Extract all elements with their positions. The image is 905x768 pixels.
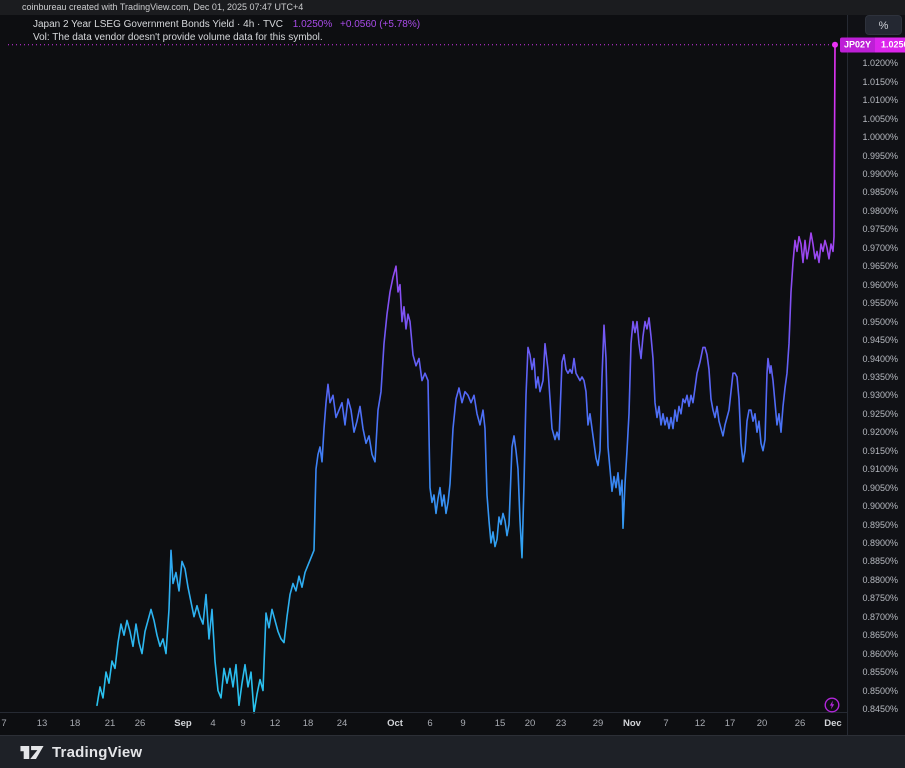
volume-note: Vol: The data vendor doesn't provide vol… bbox=[33, 32, 323, 43]
y-axis-label: 0.9950% bbox=[862, 151, 898, 161]
y-axis-label: 0.9400% bbox=[862, 354, 898, 364]
y-axis-label: 0.9450% bbox=[862, 335, 898, 345]
x-axis-day-label: 21 bbox=[105, 718, 116, 729]
tradingview-screenshot: coinbureau created with TradingView.com,… bbox=[0, 0, 905, 768]
y-axis-label: 0.9750% bbox=[862, 224, 898, 234]
x-axis-day-label: 18 bbox=[70, 718, 81, 729]
last-price-value: 1.0250% bbox=[293, 19, 332, 30]
x-axis-day-label: 18 bbox=[303, 718, 314, 729]
y-axis-label: 0.8950% bbox=[862, 520, 898, 530]
y-axis-label: 0.9650% bbox=[862, 261, 898, 271]
x-axis-day-label: 12 bbox=[695, 718, 706, 729]
x-axis-month-label: Dec bbox=[824, 718, 841, 729]
y-axis-label: 0.8650% bbox=[862, 630, 898, 640]
x-axis-day-label: 7 bbox=[663, 718, 668, 729]
y-axis-label: 0.9350% bbox=[862, 372, 898, 382]
y-axis-label: 0.9100% bbox=[862, 464, 898, 474]
x-axis-day-label: 7 bbox=[1, 718, 6, 729]
current-price-label: JP02Y 1.0250% bbox=[840, 37, 905, 52]
y-axis-label: 1.0100% bbox=[862, 95, 898, 105]
x-axis-day-label: 4 bbox=[210, 718, 215, 729]
x-axis-day-label: 13 bbox=[37, 718, 48, 729]
y-axis-label: 0.8900% bbox=[862, 538, 898, 548]
x-axis-day-label: 26 bbox=[795, 718, 806, 729]
price-change-value: +0.0560 (+5.78%) bbox=[340, 19, 420, 30]
y-axis-label: 0.9050% bbox=[862, 483, 898, 493]
price-axis[interactable]: % JP02Y 1.0250% 1.0200%1.0150%1.0100%1.0… bbox=[847, 15, 905, 735]
y-axis-label: 0.8850% bbox=[862, 556, 898, 566]
y-axis-label: 0.9550% bbox=[862, 298, 898, 308]
y-axis-label: 0.9800% bbox=[862, 206, 898, 216]
x-axis-day-label: 24 bbox=[337, 718, 348, 729]
yield-line-chart[interactable] bbox=[0, 15, 847, 735]
y-axis-label: 0.9500% bbox=[862, 317, 898, 327]
y-axis-label: 0.9200% bbox=[862, 427, 898, 437]
branding-bar: coinbureau created with TradingView.com,… bbox=[0, 0, 905, 15]
yield-series-line bbox=[97, 45, 835, 713]
x-axis-day-label: 20 bbox=[757, 718, 768, 729]
chart-legend: Japan 2 Year LSEG Government Bonds Yield… bbox=[33, 18, 420, 44]
y-axis-label: 1.0000% bbox=[862, 132, 898, 142]
y-axis-label: 0.9300% bbox=[862, 390, 898, 400]
y-axis-label: 0.9900% bbox=[862, 169, 898, 179]
x-axis-day-label: 26 bbox=[135, 718, 146, 729]
y-axis-label: 0.8800% bbox=[862, 575, 898, 585]
y-axis-label: 0.8750% bbox=[862, 593, 898, 603]
symbol-title: Japan 2 Year LSEG Government Bonds Yield… bbox=[33, 19, 283, 30]
y-axis-label: 1.0050% bbox=[862, 114, 898, 124]
y-axis-label: 0.8450% bbox=[862, 704, 898, 714]
legend-symbol-row[interactable]: Japan 2 Year LSEG Government Bonds Yield… bbox=[33, 18, 420, 31]
percent-unit-button[interactable]: % bbox=[865, 15, 902, 35]
y-axis-label: 0.9000% bbox=[862, 501, 898, 511]
price-label-symbol: JP02Y bbox=[840, 37, 875, 52]
x-axis-day-label: 20 bbox=[525, 718, 536, 729]
y-axis-label: 0.9850% bbox=[862, 187, 898, 197]
tradingview-logo-icon[interactable] bbox=[20, 745, 44, 760]
last-price-dot bbox=[832, 42, 838, 48]
x-axis-day-label: 23 bbox=[556, 718, 567, 729]
footer-bar: TradingView bbox=[0, 735, 905, 768]
x-axis-day-label: 17 bbox=[725, 718, 736, 729]
y-axis-label: 0.8550% bbox=[862, 667, 898, 677]
y-axis-label: 0.9250% bbox=[862, 409, 898, 419]
x-axis-day-label: 15 bbox=[495, 718, 506, 729]
y-axis-label: 0.9700% bbox=[862, 243, 898, 253]
y-axis-label: 0.9600% bbox=[862, 280, 898, 290]
x-axis-month-label: Sep bbox=[174, 718, 191, 729]
y-axis-label: 0.8700% bbox=[862, 612, 898, 622]
time-axis[interactable]: 7 13 18 21 26 Sep 4 9 12 18 24 Oct 6 9 15 20 23 29 Nov 7 12 1… bbox=[0, 712, 847, 735]
y-axis-label: 0.9150% bbox=[862, 446, 898, 456]
y-axis-label: 1.0200% bbox=[862, 58, 898, 68]
y-axis-label: 0.8500% bbox=[862, 686, 898, 696]
x-axis-day-label: 9 bbox=[460, 718, 465, 729]
x-axis-day-label: 9 bbox=[240, 718, 245, 729]
branding-text: coinbureau created with TradingView.com,… bbox=[22, 2, 303, 12]
x-axis-day-label: 12 bbox=[270, 718, 281, 729]
x-axis-day-label: 6 bbox=[427, 718, 432, 729]
x-axis-month-label: Oct bbox=[387, 718, 403, 729]
x-axis-month-label: Nov bbox=[623, 718, 641, 729]
chart-pane[interactable]: Japan 2 Year LSEG Government Bonds Yield… bbox=[0, 15, 847, 712]
realtime-lightning-icon[interactable] bbox=[824, 697, 840, 713]
x-axis-day-label: 29 bbox=[593, 718, 604, 729]
y-axis-label: 0.8600% bbox=[862, 649, 898, 659]
price-label-value: 1.0250% bbox=[875, 37, 905, 52]
tradingview-logo-text[interactable]: TradingView bbox=[52, 744, 142, 761]
y-axis-label: 1.0150% bbox=[862, 77, 898, 87]
legend-volume-row: Vol: The data vendor doesn't provide vol… bbox=[33, 31, 420, 44]
